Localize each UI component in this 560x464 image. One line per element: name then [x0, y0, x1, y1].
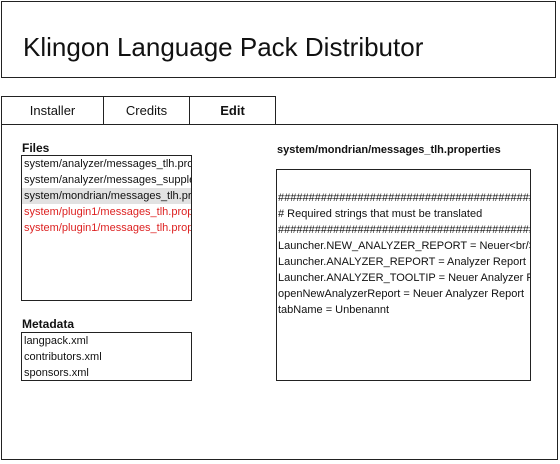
files-list[interactable]: system/analyzer/messages_tlh.properties … [21, 155, 192, 301]
file-item[interactable]: system/analyzer/messages_tlh.properties [22, 156, 191, 172]
metadata-item[interactable]: sponsors.xml [22, 365, 191, 380]
editor-line: Launcher.ANALYZER_TOOLTIP = Neuer Analyz… [278, 272, 530, 284]
files-label: Files [22, 141, 50, 155]
metadata-item[interactable]: langpack.xml [22, 333, 191, 349]
tab-credits[interactable]: Credits [104, 96, 190, 125]
edit-panel: Files system/analyzer/messages_tlh.prope… [1, 124, 558, 460]
tab-installer[interactable]: Installer [1, 96, 104, 125]
metadata-label: Metadata [22, 317, 75, 331]
file-item-selected[interactable]: system/mondrian/messages_tlh.properties [22, 188, 191, 204]
file-item-missing[interactable]: system/plugin1/messages_tlh.properties [22, 204, 191, 220]
tab-edit[interactable]: Edit [190, 96, 276, 125]
app-title: Klingon Language Pack Distributor [23, 32, 424, 62]
file-item[interactable]: system/analyzer/messages_supplement_tlh.… [22, 172, 191, 188]
file-item-missing[interactable]: system/plugin1/messages_tlh.properties [22, 220, 191, 236]
editor-line: Launcher.ANALYZER_REPORT = Analyzer Repo… [278, 256, 526, 268]
metadata-item[interactable]: contributors.xml [22, 349, 191, 365]
editor-line: openNewAnalyzerReport = Neuer Analyzer R… [278, 288, 525, 300]
metadata-list[interactable]: langpack.xml contributors.xml sponsors.x… [21, 332, 192, 381]
editor-line: ########################################… [278, 224, 531, 236]
editor-line: Launcher.NEW_ANALYZER_REPORT = Neuer<br/… [278, 240, 530, 252]
editor-line: ########################################… [278, 192, 531, 204]
tab-bar: Installer Credits Edit [1, 96, 276, 125]
editor-line: # Required strings that must be translat… [278, 208, 483, 220]
editor-filename: system/mondrian/messages_tlh.properties [277, 144, 501, 156]
title-bar: Klingon Language Pack Distributor [1, 1, 556, 78]
properties-editor[interactable]: ########################################… [276, 169, 531, 381]
editor-line: tabName = Unbenannt [278, 304, 389, 316]
